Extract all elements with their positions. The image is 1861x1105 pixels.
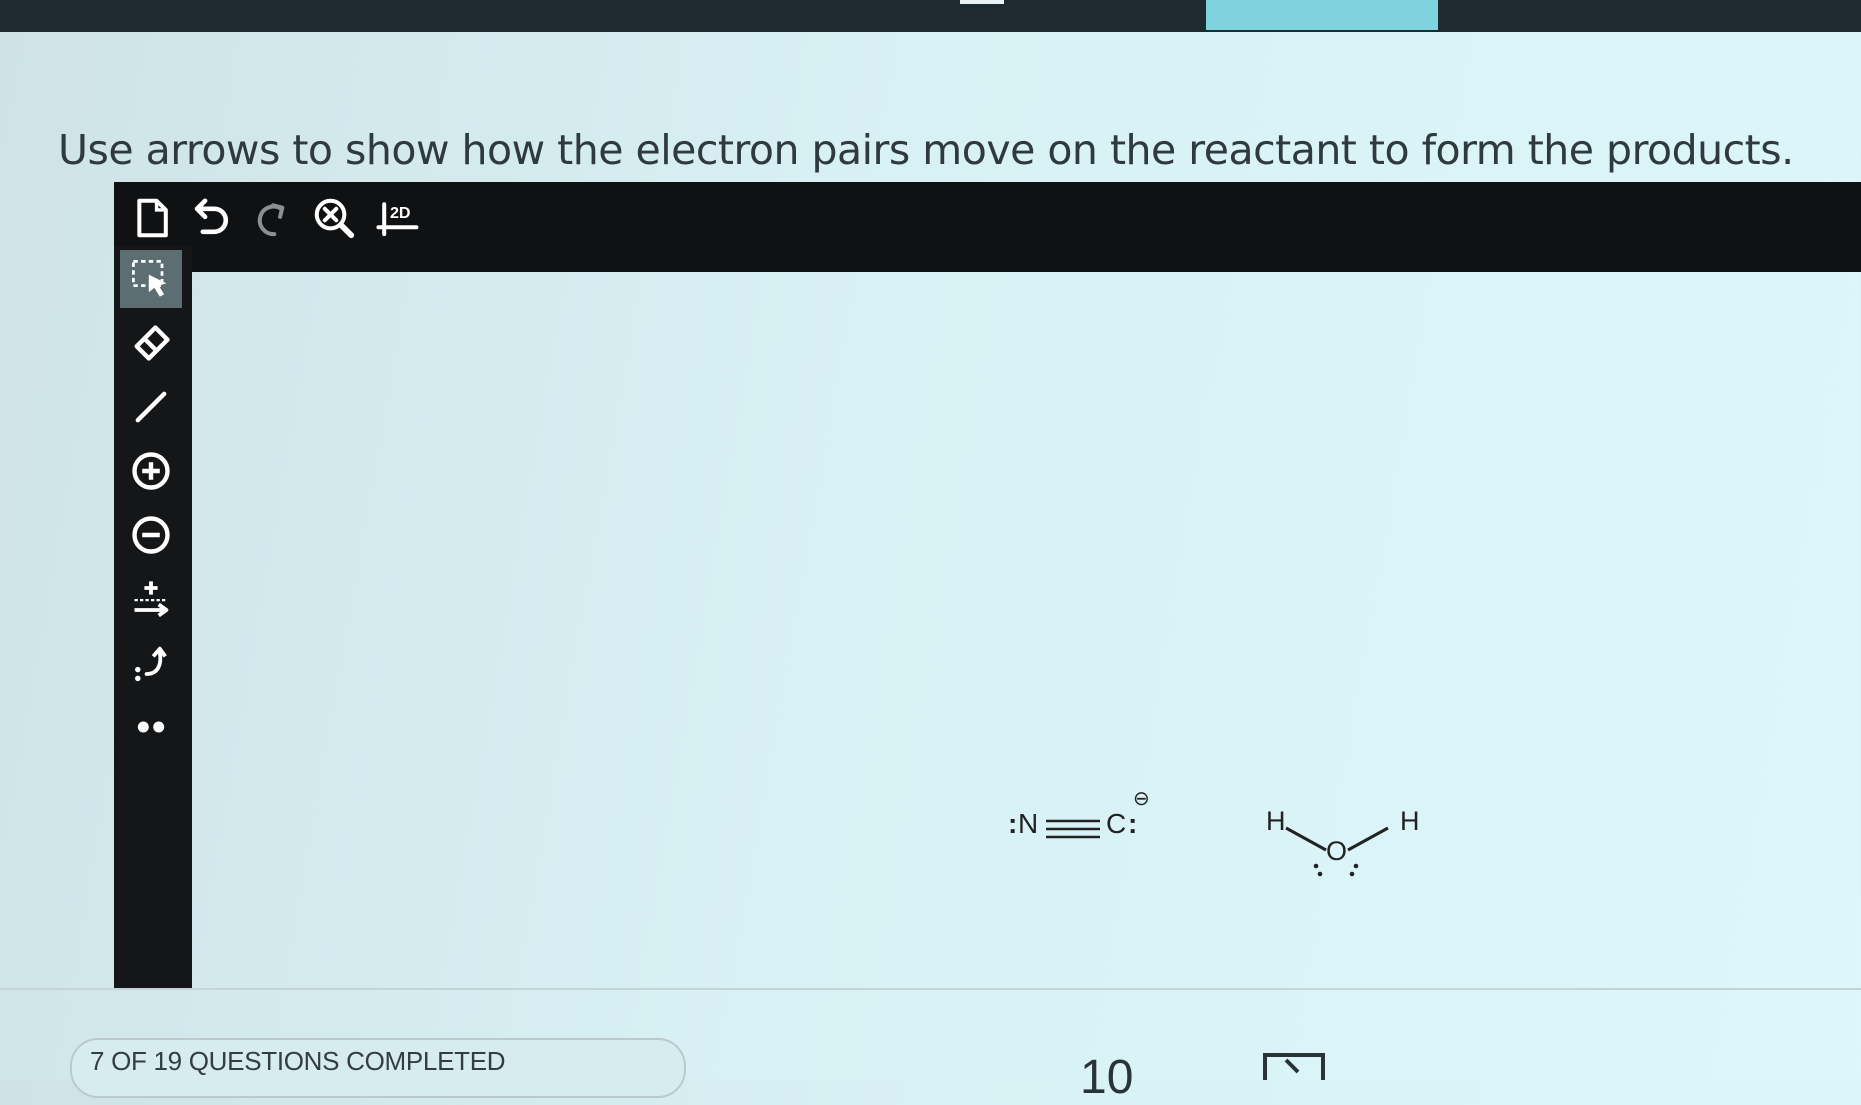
oxygen-lone-pairs bbox=[1313, 863, 1359, 877]
undo-icon bbox=[194, 198, 229, 235]
eraser-icon bbox=[134, 325, 170, 361]
footer-divider bbox=[0, 988, 1861, 990]
zoom-clear-icon bbox=[314, 198, 355, 239]
lone-pair-icon bbox=[137, 721, 165, 733]
triple-bond bbox=[1046, 819, 1100, 839]
curved-arrow-icon bbox=[135, 646, 167, 682]
question-number-partial: 10 bbox=[1080, 1051, 1134, 1104]
hydrogen-atom-right: H bbox=[1400, 806, 1420, 836]
undo-button[interactable] bbox=[182, 190, 242, 246]
carbon-lone-pair: : bbox=[1128, 808, 1138, 839]
top-bar-marker bbox=[960, 0, 1004, 4]
bond-tool-button[interactable] bbox=[120, 378, 182, 436]
marquee-select-icon bbox=[132, 260, 167, 297]
drawing-canvas[interactable]: : N C : ⊖ H O H bbox=[192, 272, 1861, 988]
carbon-atom: C bbox=[1106, 808, 1127, 839]
new-document-button[interactable] bbox=[122, 190, 182, 246]
negative-charge-symbol: ⊖ bbox=[1133, 788, 1150, 810]
lone-pair-button[interactable] bbox=[120, 698, 182, 756]
top-bar bbox=[0, 0, 1861, 32]
2d-view-button[interactable]: 2D bbox=[368, 190, 428, 246]
negative-charge-button[interactable] bbox=[120, 506, 182, 564]
minus-circle-icon bbox=[132, 516, 170, 554]
nitrogen-atom: N bbox=[1018, 808, 1039, 839]
single-bond-icon bbox=[135, 391, 167, 423]
question-instruction: Use arrows to show how the electron pair… bbox=[58, 126, 1794, 174]
hydrogen-atom-left: H bbox=[1266, 806, 1286, 836]
water-molecule[interactable]: H O H bbox=[1266, 802, 1446, 892]
reaction-arrow-icon bbox=[134, 581, 169, 618]
2d-structure-icon: 2D bbox=[376, 202, 419, 237]
tool-sidebar bbox=[114, 246, 192, 988]
nitrogen-lone-pair: : bbox=[1008, 808, 1018, 839]
progress-text: 7 OF 19 QUESTIONS COMPLETED bbox=[90, 1046, 506, 1076]
nav-next-icon[interactable] bbox=[1262, 1052, 1326, 1080]
2d-label: 2D bbox=[390, 204, 411, 222]
eraser-tool-button[interactable] bbox=[120, 314, 182, 372]
cyanide-ion[interactable]: : N C : ⊖ bbox=[1008, 788, 1188, 868]
top-bar-tab[interactable] bbox=[1206, 0, 1438, 30]
positive-charge-button[interactable] bbox=[120, 442, 182, 500]
select-tool-button[interactable] bbox=[120, 250, 182, 308]
document-icon bbox=[137, 198, 168, 238]
redo-icon bbox=[257, 203, 285, 237]
redo-button[interactable] bbox=[242, 190, 302, 246]
reaction-arrow-button[interactable] bbox=[120, 570, 182, 628]
clear-zoom-button[interactable] bbox=[304, 190, 364, 246]
drawing-toolbar: 2D bbox=[114, 182, 1861, 272]
plus-circle-icon bbox=[132, 452, 170, 490]
curved-arrow-button[interactable] bbox=[120, 634, 182, 692]
